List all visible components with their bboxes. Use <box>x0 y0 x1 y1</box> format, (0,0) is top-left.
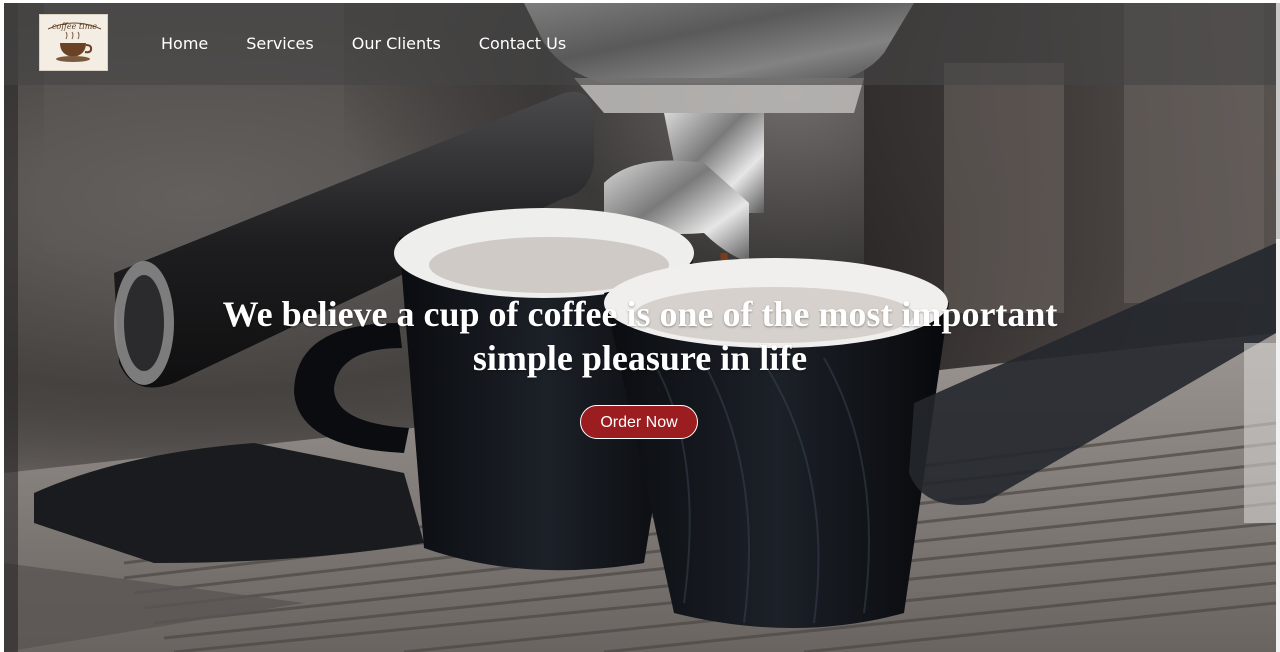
nav-home[interactable]: Home <box>161 34 208 53</box>
hero-headline-line-2: simple pleasure in life <box>472 338 808 378</box>
main-nav: Home Services Our Clients Contact Us <box>161 34 566 53</box>
nav-services[interactable]: Services <box>246 34 313 53</box>
hero-headline: We believe a cup of coffee is one of the… <box>140 292 1140 380</box>
nav-contact-us[interactable]: Contact Us <box>479 34 566 53</box>
navbar: coffee time Home Services Our Clients Co… <box>4 3 1276 85</box>
logo[interactable]: coffee time <box>39 14 108 71</box>
coffee-cup-icon: coffee time <box>47 22 102 62</box>
nav-our-clients[interactable]: Our Clients <box>352 34 441 53</box>
order-now-button[interactable]: Order Now <box>580 405 698 439</box>
scrollbar-thumb[interactable] <box>1276 3 1280 239</box>
logo-text: coffee time <box>52 22 97 31</box>
page: coffee time Home Services Our Clients Co… <box>0 0 1280 652</box>
hero-headline-line-1: We believe a cup of coffee is one of the… <box>222 294 1058 334</box>
